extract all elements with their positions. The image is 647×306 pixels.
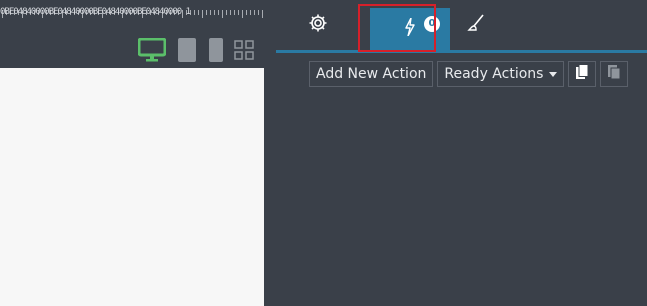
device-switcher <box>138 38 254 62</box>
add-new-action-button[interactable]: Add New Action <box>309 61 434 87</box>
ruler-tick <box>6 10 7 15</box>
ruler-tick <box>82 10 83 18</box>
ruler-tick <box>242 10 243 18</box>
tab-actions[interactable]: 0 <box>370 8 450 50</box>
ruler-tick <box>230 10 231 15</box>
ruler-tick <box>54 10 55 15</box>
actions-toolbar: Add New Action Ready Actions <box>309 61 629 87</box>
ruler-tick <box>186 10 187 15</box>
ruler-tick <box>218 10 219 15</box>
ruler-tick <box>86 10 87 15</box>
ruler-tick <box>202 10 203 18</box>
ruler-tick <box>22 10 23 18</box>
ruler-tick <box>166 10 167 15</box>
copy-icon <box>575 64 589 84</box>
ruler-tick <box>58 10 59 15</box>
ruler-tick <box>138 10 139 15</box>
ruler-tick <box>182 10 183 18</box>
ready-actions-label: Ready Actions <box>444 66 544 82</box>
ruler-tick <box>222 10 223 18</box>
ruler-tick <box>42 10 43 18</box>
ruler-tick <box>94 10 95 15</box>
tablet-icon[interactable] <box>176 38 198 62</box>
ruler: 0BE04840000BE04840000BE04840000BE0484000… <box>0 0 264 28</box>
ruler-tick <box>102 10 103 18</box>
ruler-tick <box>78 10 79 15</box>
ruler-tick <box>246 10 247 15</box>
ruler-tick <box>18 10 19 15</box>
ruler-tick <box>154 10 155 15</box>
ruler-tick <box>26 10 27 15</box>
ruler-tick <box>34 10 35 15</box>
chevron-down-icon <box>549 71 558 77</box>
properties-panel: 0 Add New Action Ready Actions <box>264 0 647 306</box>
ruler-tick <box>2 10 3 18</box>
ruler-tick <box>38 10 39 15</box>
ruler-tick <box>194 10 195 15</box>
ruler-tick <box>98 10 99 15</box>
gear-icon <box>308 13 328 37</box>
ruler-tick <box>74 10 75 15</box>
ruler-tick <box>114 10 115 15</box>
ruler-tick <box>238 10 239 15</box>
ruler-tick <box>206 10 207 15</box>
ruler-tick <box>14 10 15 15</box>
ruler-tick <box>30 10 31 15</box>
desktop-icon[interactable] <box>138 38 166 62</box>
ruler-tick <box>70 10 71 15</box>
ruler-tick <box>174 10 175 15</box>
ruler-tick <box>130 10 131 15</box>
ruler-tick <box>262 10 263 18</box>
ruler-tick <box>122 10 123 18</box>
actions-count-badge: 0 <box>424 16 440 32</box>
ruler-tick <box>142 10 143 18</box>
ruler-tick <box>190 10 191 15</box>
tab-underline <box>276 50 647 53</box>
ruler-tick <box>146 10 147 15</box>
ruler-tick <box>46 10 47 15</box>
paste-icon <box>607 64 621 84</box>
ruler-tick <box>126 10 127 15</box>
ruler-tick <box>110 10 111 15</box>
ruler-tick <box>106 10 107 15</box>
ruler-tick <box>62 10 63 18</box>
ruler-tick <box>90 10 91 15</box>
paste-button[interactable] <box>600 61 629 87</box>
brush-icon <box>466 13 486 37</box>
ruler-tick <box>250 10 251 15</box>
ready-actions-dropdown[interactable]: Ready Actions <box>437 61 565 87</box>
grid-icon[interactable] <box>234 40 254 60</box>
ruler-tick <box>258 10 259 15</box>
ruler-tick <box>66 10 67 15</box>
lightning-icon <box>404 17 416 40</box>
ruler-tick <box>226 10 227 15</box>
ruler-tick <box>134 10 135 15</box>
ruler-tick <box>162 10 163 18</box>
tab-settings[interactable] <box>303 0 333 50</box>
ruler-tick <box>118 10 119 15</box>
ruler-tick <box>178 10 179 15</box>
copy-button[interactable] <box>568 61 597 87</box>
tab-style[interactable] <box>461 0 491 50</box>
ruler-tick <box>150 10 151 15</box>
ruler-tick <box>210 10 211 15</box>
ruler-tick <box>170 10 171 15</box>
editor-canvas[interactable] <box>0 68 264 306</box>
phone-icon[interactable] <box>208 38 224 62</box>
ruler-tick <box>234 10 235 15</box>
ruler-tick <box>254 10 255 15</box>
panel-tabs: 0 <box>276 0 647 50</box>
editor-toolbar-area: 0BE04840000BE04840000BE04840000BE0484000… <box>0 0 264 68</box>
ruler-tick <box>198 10 199 15</box>
ruler-tick <box>10 10 11 15</box>
ruler-tick <box>214 10 215 15</box>
ruler-tick <box>158 10 159 15</box>
ruler-tick <box>50 10 51 15</box>
